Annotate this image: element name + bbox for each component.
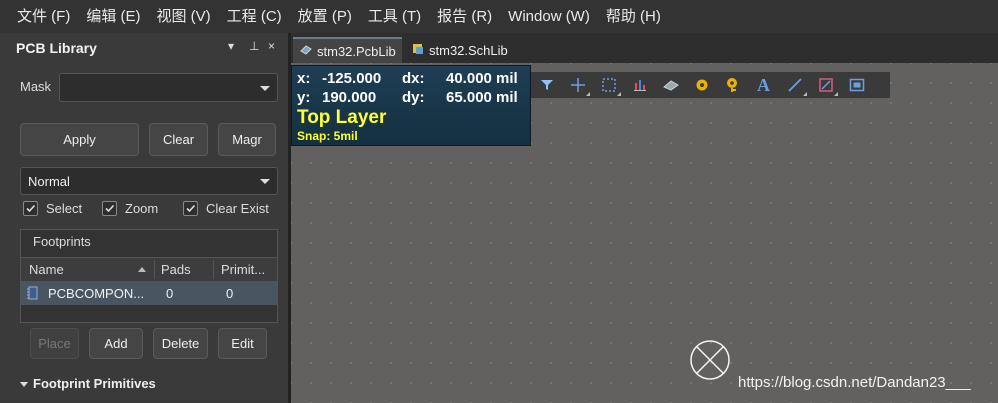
footprint-primitives: 0 — [226, 286, 234, 301]
delete-button[interactable]: Delete — [153, 328, 208, 359]
column-header-primitives[interactable]: Primit... — [221, 262, 265, 277]
chevron-down-icon — [260, 179, 270, 184]
footprint-icon — [26, 286, 40, 303]
collapse-triangle-icon — [20, 382, 28, 388]
menu-bar: 文件 (F) 编辑 (E) 视图 (V) 工程 (C) 放置 (P) 工具 (T… — [0, 0, 998, 33]
chart-icon[interactable] — [624, 72, 655, 98]
edit-button[interactable]: Edit — [218, 328, 267, 359]
line-icon[interactable] — [779, 72, 810, 98]
sort-ascending-icon — [138, 267, 146, 272]
pin-icon[interactable]: ⊥ — [249, 39, 259, 53]
dropdown-corner-icon — [582, 92, 590, 96]
heads-up-display: x: -125.000 dx: 40.000 mil y: 190.000 dy… — [291, 65, 531, 146]
filter-icon[interactable] — [531, 72, 562, 98]
menu-place[interactable]: 放置 (P) — [290, 0, 360, 33]
footprint-name: PCBCOMPON... — [48, 286, 145, 301]
pad-icon[interactable] — [686, 72, 717, 98]
rect-icon[interactable] — [810, 72, 841, 98]
place-button[interactable]: Place — [30, 328, 79, 359]
hud-x-value: -125.000 — [322, 70, 382, 87]
menu-window[interactable]: Window (W) — [500, 0, 598, 33]
menu-file[interactable]: 文件 (F) — [0, 0, 78, 33]
footprint-pads: 0 — [166, 286, 174, 301]
hud-dy-label: dy: — [402, 89, 425, 106]
panel-menu-icon[interactable]: ▾ — [228, 39, 234, 53]
zoom-label: Zoom — [125, 201, 159, 216]
panel-header: PCB Library ▾ ⊥ × — [0, 33, 288, 63]
hud-dy-value: 65.000 mil — [446, 89, 518, 106]
select-rect-icon[interactable] — [593, 72, 624, 98]
zoom-checkbox[interactable]: Zoom — [102, 201, 158, 216]
dropdown-corner-icon — [613, 92, 621, 96]
document-tabs: stm32.PcbLib stm32.SchLib — [291, 33, 998, 63]
footprint-primitives-header[interactable]: Footprint Primitives — [20, 376, 156, 391]
column-separator[interactable] — [213, 260, 214, 279]
hud-y-value: 190.000 — [322, 89, 377, 106]
tab-schlib-label: stm32.SchLib — [429, 42, 508, 58]
footprint-primitives-title: Footprint Primitives — [33, 376, 156, 391]
clear-existing-label: Clear Exist — [206, 201, 269, 216]
magnify-button[interactable]: Magr — [218, 123, 276, 156]
apply-button[interactable]: Apply — [20, 123, 139, 156]
mask-combobox[interactable] — [59, 73, 278, 102]
close-icon[interactable]: × — [268, 39, 275, 53]
hud-x-label: x: — [297, 70, 311, 87]
add-button[interactable]: Add — [89, 328, 143, 359]
checkbox-checked-icon — [183, 201, 198, 216]
checkbox-checked-icon — [23, 201, 38, 216]
chevron-down-icon — [260, 85, 270, 91]
footprints-title: Footprints — [33, 234, 91, 249]
panel-title: PCB Library — [16, 40, 97, 56]
hud-y-label: y: — [297, 89, 311, 106]
menu-help[interactable]: 帮助 (H) — [598, 0, 669, 33]
menu-tools[interactable]: 工具 (T) — [360, 0, 429, 33]
mask-label: Mask — [20, 79, 52, 94]
via-icon[interactable] — [717, 72, 748, 98]
menu-project[interactable]: 工程 (C) — [219, 0, 290, 33]
watermark-text: https://blog.csdn.net/Dandan23___ — [738, 374, 971, 391]
footprints-section: Footprints Name Pads Primit... PCBCOMPON… — [20, 229, 278, 323]
column-header-pads[interactable]: Pads — [161, 262, 191, 277]
select-checkbox[interactable]: Select — [23, 201, 82, 216]
dropdown-corner-icon — [830, 92, 838, 96]
pcb-library-panel: PCB Library ▾ ⊥ × Mask Apply Clear Magr … — [0, 33, 288, 403]
hud-dx-value: 40.000 mil — [446, 70, 518, 87]
mode-dropdown[interactable]: Normal — [20, 167, 278, 195]
table-row[interactable]: PCBCOMPON... 0 0 — [21, 281, 277, 305]
tab-pcblib-label: stm32.PcbLib — [317, 43, 396, 59]
mode-value: Normal — [28, 174, 70, 189]
clear-existing-checkbox[interactable]: Clear Exist — [183, 201, 269, 216]
crosshair-icon[interactable] — [562, 72, 593, 98]
origin-marker-icon — [688, 338, 732, 385]
hud-snap: Snap: 5mil — [297, 129, 358, 143]
tab-schlib[interactable]: stm32.SchLib — [405, 37, 514, 63]
region-icon[interactable] — [841, 72, 872, 98]
menu-edit[interactable]: 编辑 (E) — [78, 0, 148, 33]
footprints-header-row: Name Pads Primit... — [21, 257, 277, 281]
dropdown-corner-icon — [799, 92, 807, 96]
clear-button[interactable]: Clear — [149, 123, 208, 156]
active-bar-toolbar: A — [531, 72, 890, 98]
column-header-name[interactable]: Name — [29, 262, 64, 277]
sch-doc-icon — [411, 42, 425, 58]
component-icon[interactable] — [655, 72, 686, 98]
tab-pcblib[interactable]: stm32.PcbLib — [293, 37, 402, 63]
column-separator[interactable] — [154, 260, 155, 279]
menu-reports[interactable]: 报告 (R) — [429, 0, 500, 33]
checkbox-checked-icon — [102, 201, 117, 216]
pcb-doc-icon — [299, 43, 313, 59]
hud-dx-label: dx: — [402, 70, 425, 87]
hud-layer: Top Layer — [297, 107, 387, 128]
menu-view[interactable]: 视图 (V) — [149, 0, 219, 33]
select-label: Select — [46, 201, 83, 216]
text-icon[interactable]: A — [748, 72, 779, 98]
